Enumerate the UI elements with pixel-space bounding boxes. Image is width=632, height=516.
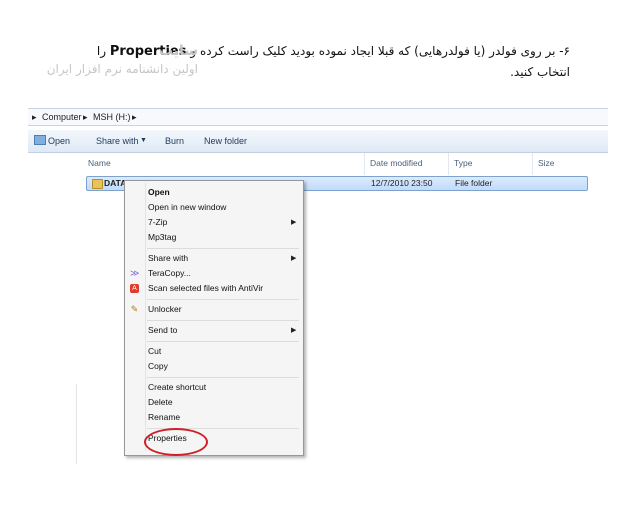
menu-item-teracopy[interactable]: TeraCopy...	[148, 268, 191, 278]
column-name[interactable]: Name	[88, 158, 111, 168]
menu-item-cut[interactable]: Cut	[148, 346, 161, 356]
file-date: 12/7/2010 23:50	[371, 178, 433, 188]
pane-divider	[76, 384, 77, 464]
file-name: DATA	[104, 178, 127, 188]
antivir-icon: A	[130, 284, 139, 293]
folder-icon	[92, 179, 103, 189]
highlight-circle	[144, 428, 208, 456]
menu-item-unlocker[interactable]: Unlocker	[148, 304, 182, 314]
menu-item-copy[interactable]: Copy	[148, 361, 168, 371]
column-type[interactable]: Type	[454, 158, 472, 168]
breadcrumb-drive[interactable]: MSH (H:)	[93, 112, 131, 122]
menu-gutter	[145, 183, 146, 451]
menu-item-create-shortcut[interactable]: Create shortcut	[148, 382, 206, 392]
open-button[interactable]: Open	[48, 136, 70, 146]
chevron-right-icon: ▸	[83, 112, 88, 122]
file-type: File folder	[455, 178, 493, 188]
menu-item-send-to[interactable]: Send to	[148, 325, 177, 335]
watermark-line-1: سایت	[158, 43, 198, 59]
address-bar[interactable]: ▸ Computer ▸ MSH (H:) ▸	[28, 108, 608, 126]
chevron-right-icon: ▸	[32, 112, 37, 122]
menu-item-rename[interactable]: Rename	[148, 412, 180, 422]
menu-separator	[147, 341, 299, 342]
menu-separator	[147, 299, 299, 300]
unlocker-icon: ✎	[130, 304, 139, 314]
menu-item-share-with[interactable]: Share with	[148, 253, 188, 263]
watermark: سایت اولین دانشنامه نرم افزار ایران	[8, 42, 198, 78]
column-divider[interactable]	[448, 153, 449, 175]
new-folder-button[interactable]: New folder	[204, 136, 247, 146]
chevron-down-icon: ▼	[140, 137, 147, 144]
column-divider[interactable]	[532, 153, 533, 175]
submenu-arrow-icon: ▶	[291, 255, 297, 262]
teracopy-icon: ≫	[130, 268, 140, 278]
submenu-arrow-icon: ▶	[291, 327, 297, 334]
context-menu: Open Open in new window 7-Zip ▶ Mp3tag S…	[124, 180, 304, 456]
column-date-modified[interactable]: Date modified	[370, 158, 422, 168]
command-bar: Open Share with ▼ Burn New folder	[28, 130, 608, 153]
breadcrumb-computer[interactable]: Computer	[42, 112, 82, 122]
menu-separator	[147, 248, 299, 249]
column-divider[interactable]	[364, 153, 365, 175]
column-size[interactable]: Size	[538, 158, 555, 168]
menu-item-mp3tag[interactable]: Mp3tag	[148, 232, 176, 242]
menu-item-7zip[interactable]: 7-Zip	[148, 217, 167, 227]
menu-item-scan-antivir[interactable]: Scan selected files with AntiVir	[148, 283, 263, 293]
menu-item-open[interactable]: Open	[148, 187, 170, 197]
watermark-line-2: اولین دانشنامه نرم افزار ایران	[46, 62, 198, 76]
submenu-arrow-icon: ▶	[291, 219, 297, 226]
burn-button[interactable]: Burn	[165, 136, 184, 146]
menu-separator	[147, 320, 299, 321]
menu-separator	[147, 377, 299, 378]
share-with-button[interactable]: Share with	[96, 136, 139, 146]
menu-item-delete[interactable]: Delete	[148, 397, 173, 407]
instruction-prefix: ۶- بر روی فولدر (یا فولدرهایی) که قبلا ا…	[190, 44, 570, 58]
menu-item-open-new-window[interactable]: Open in new window	[148, 202, 226, 212]
open-icon	[34, 135, 46, 145]
chevron-right-icon: ▸	[132, 112, 137, 122]
explorer-window: ▸ Computer ▸ MSH (H:) ▸ Open Share with …	[28, 104, 608, 464]
